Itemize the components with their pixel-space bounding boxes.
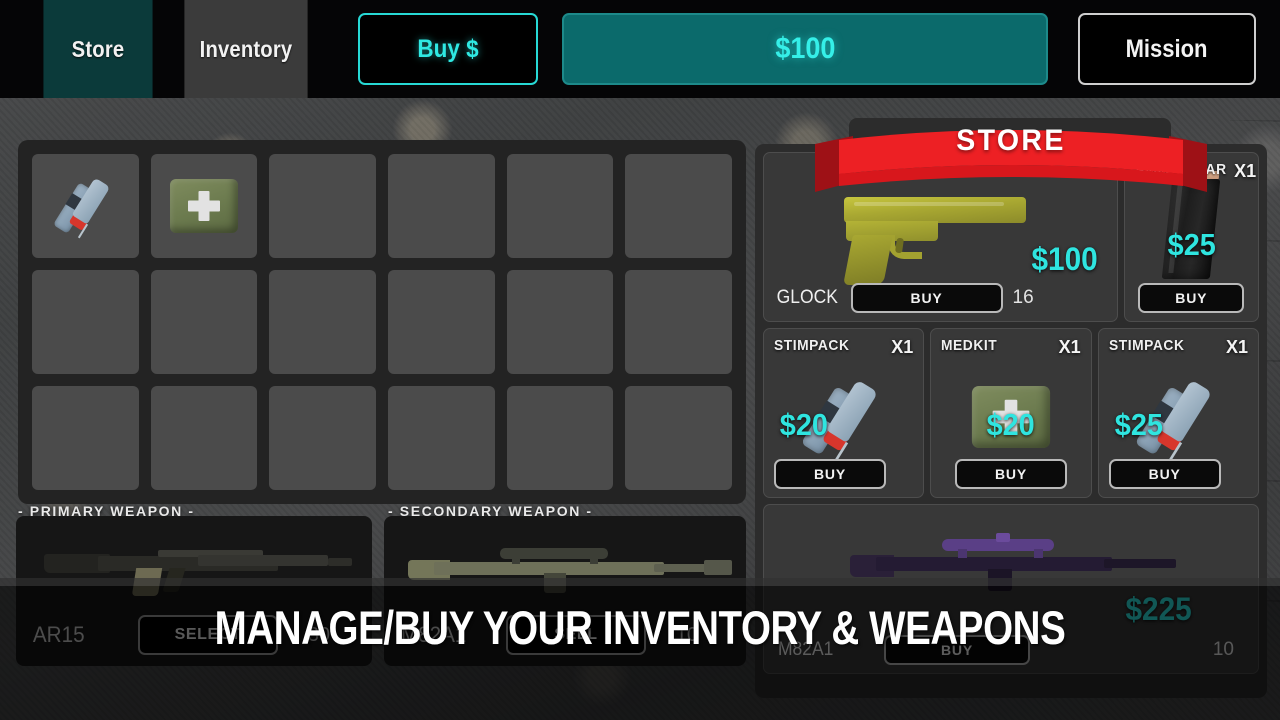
glock-icon [826,185,1027,285]
inventory-slot[interactable] [32,386,139,490]
store-row: STIMPACK X1 $20 BUY MEDKIT X1 $20 BUY ST… [763,328,1259,498]
store-item-name: GLOCK [776,287,838,308]
mission-button[interactable]: Mission [1078,13,1256,85]
game-screen: Store Inventory Buy $ $100 Mission - PRI… [0,0,1280,720]
store-item-header: MEDKIT X1 [931,337,1090,358]
syringe-icon [49,173,121,239]
store-item-header: STIMPACK X1 [1099,337,1258,358]
inventory-slot[interactable] [269,154,376,258]
inventory-slot[interactable] [506,386,614,490]
store-item-footer: GLOCK BUY 16 [764,283,1117,313]
store-item-qty: X1 [891,337,914,357]
store-buy-button[interactable]: BUY [850,283,1003,313]
store-buy-button[interactable]: BUY [1108,459,1221,489]
store-item-footer: BUY [764,459,923,489]
inventory-slot[interactable] [269,270,376,374]
inventory-slot[interactable] [506,154,614,258]
inventory-slot[interactable] [387,154,495,258]
store-item-price: $25 [1167,227,1216,262]
store-banner-label: STORE [956,124,1066,157]
tab-store[interactable]: Store [43,0,153,98]
store-item-header: STIMPACK X1 [764,337,923,358]
inventory-slot[interactable] [269,386,376,490]
store-item-price: $20 [779,407,828,442]
store-item-name: STIMPACK [1108,337,1185,354]
inventory-grid [18,140,746,504]
store-item-qty: X1 [1234,161,1257,181]
inventory-slot[interactable] [150,154,258,258]
store-item-name: MEDKIT [941,337,998,354]
store-buy-button[interactable]: BUY [1138,283,1245,313]
store-item-price: $20 [986,407,1036,442]
store-item-qty: X1 [1058,337,1081,357]
store-item-footer: BUY [1125,283,1258,313]
store-item-price: $100 [1031,241,1099,277]
buy-currency-button[interactable]: Buy $ [358,13,538,85]
money-display[interactable]: $100 [562,13,1048,85]
store-item-card[interactable]: STIMPACK X1 $25 BUY [1097,328,1259,498]
store-item-price: $25 [1114,407,1163,442]
top-bar: Store Inventory Buy $ $100 Mission [0,0,1280,98]
inventory-slot[interactable] [32,270,139,374]
store-item-ammo: 16 [1012,287,1034,308]
store-buy-button[interactable]: BUY [954,459,1067,489]
mission-label: Mission [1126,34,1208,63]
tab-inventory[interactable]: Inventory [184,0,308,98]
store-item-footer: BUY [1099,459,1258,489]
tab-store-label: Store [71,35,125,62]
buy-currency-label: Buy $ [417,34,479,63]
inventory-slot[interactable] [32,154,139,258]
inventory-slot[interactable] [150,386,258,490]
caption-text: MANAGE/BUY YOUR INVENTORY & WEAPONS [214,601,1066,654]
store-item-name: STIMPACK [774,337,850,354]
store-item-qty: X1 [1225,337,1248,357]
inventory-slot[interactable] [625,270,732,374]
store-item-card[interactable]: MEDKIT X1 $20 BUY [930,328,1092,498]
inventory-slot[interactable] [625,386,732,490]
medkit-icon [169,179,238,233]
inventory-slot[interactable] [387,270,495,374]
store-buy-button[interactable]: BUY [774,459,886,489]
money-amount: $100 [774,32,836,65]
inventory-slot[interactable] [625,154,732,258]
store-item-card[interactable]: STIMPACK X1 $20 BUY [763,328,925,498]
inventory-slot[interactable] [387,386,495,490]
tab-inventory-label: Inventory [199,35,293,62]
inventory-slot[interactable] [150,270,258,374]
store-item-footer: BUY [931,459,1090,489]
inventory-slot[interactable] [506,270,614,374]
